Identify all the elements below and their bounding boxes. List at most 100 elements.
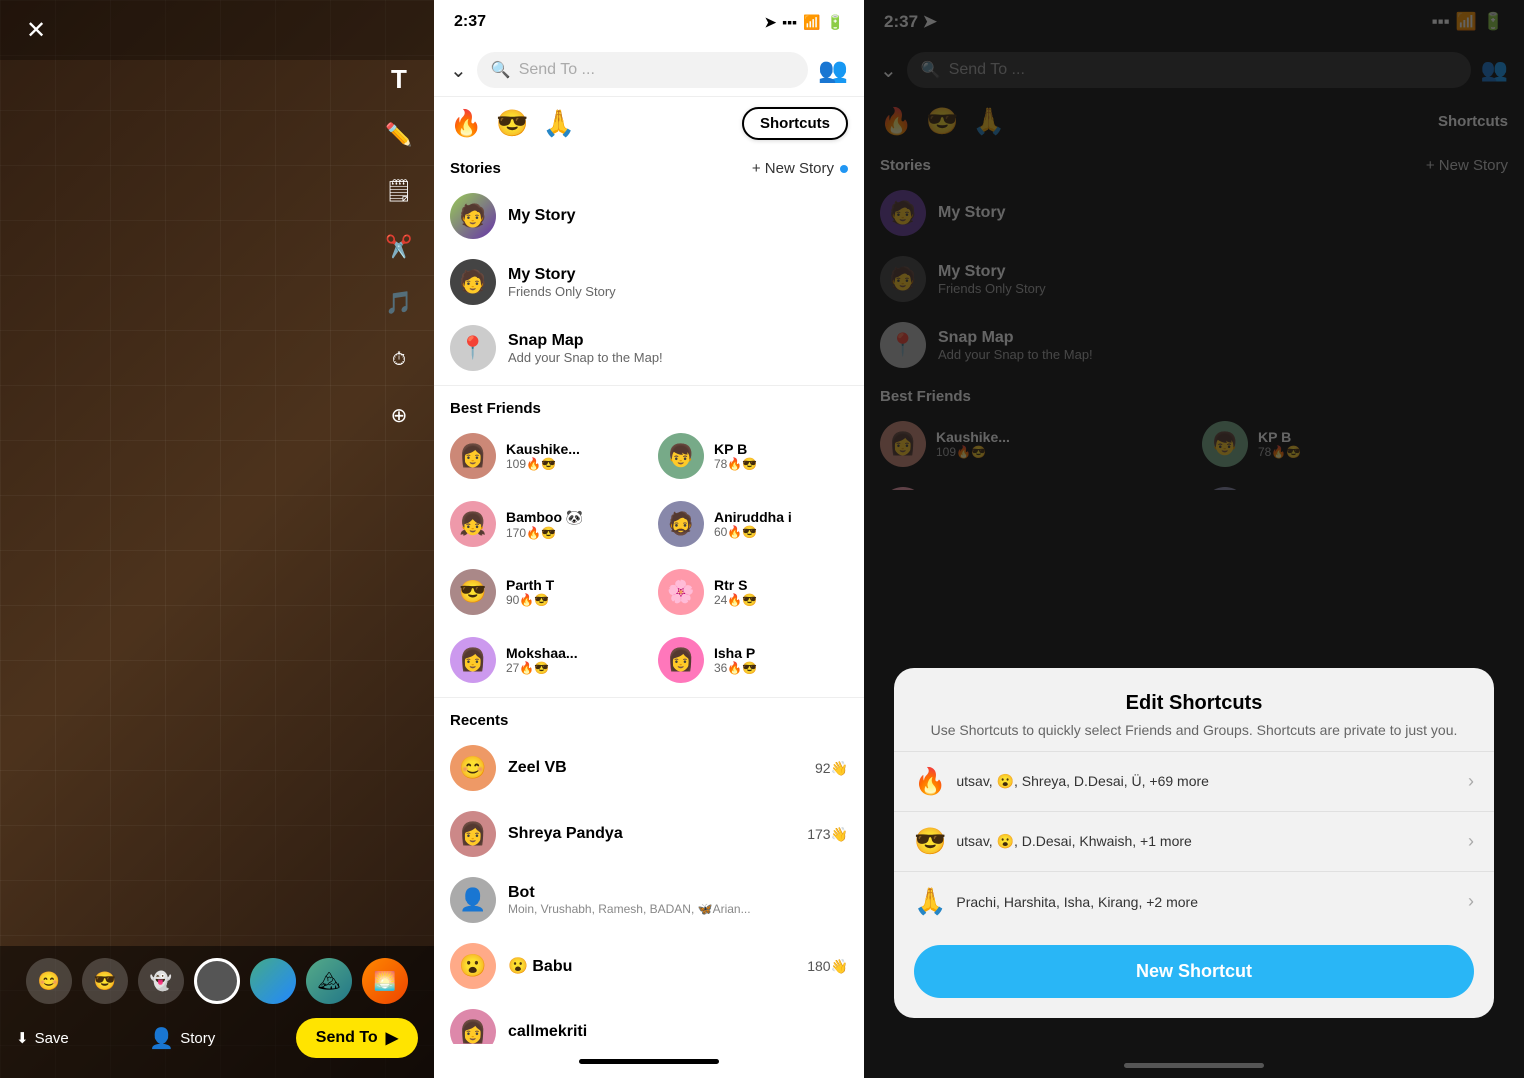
recent-bot-avatar: 👤 <box>450 877 496 923</box>
home-indicator-3 <box>864 1063 1524 1068</box>
recent-shreya-info: Shreya Pandya <box>508 825 795 843</box>
text-tool[interactable]: T <box>380 60 418 98</box>
filter-smiley[interactable]: 😊 <box>26 958 72 1004</box>
close-button[interactable]: ✕ <box>16 10 56 50</box>
my-story-info: My Story <box>508 207 848 225</box>
friend-aniruddha[interactable]: 🧔 Aniruddha i 60🔥😎 <box>650 491 856 557</box>
best-friends-label: Best Friends <box>450 400 541 417</box>
ghost-friend1-score: 109🔥😎 <box>936 445 1010 459</box>
send-to-button[interactable]: Send To ▶ <box>296 1018 418 1058</box>
shortcut-fire-row[interactable]: 🔥 utsav, 😮, Shreya, D.Desai, Ü, +69 more… <box>894 751 1494 811</box>
friend-aniruddha-info: Aniruddha i 60🔥😎 <box>714 509 848 539</box>
recent-callmekriti-name: callmekriti <box>508 1023 848 1041</box>
filter-mountain[interactable]: 🏔 <box>306 958 352 1004</box>
ghost-wifi: 📶 <box>1456 12 1477 32</box>
save-label: Save <box>35 1030 69 1047</box>
signal-icon: ▪▪▪ <box>782 14 797 30</box>
recents-section-header: Recents <box>434 702 864 735</box>
ghost-bf-label: Best Friends <box>880 388 971 405</box>
friend-parth[interactable]: 😎 Parth T 90🔥😎 <box>442 559 648 625</box>
filter-selected[interactable] <box>194 958 240 1004</box>
recent-shreya-avatar: 👩 <box>450 811 496 857</box>
recent-babu-avatar: 😮 <box>450 943 496 989</box>
my-story-friends-info: My Story Friends Only Story <box>508 266 848 299</box>
friend-isha[interactable]: 👩 Isha P 36🔥😎 <box>650 627 856 693</box>
ghost-story-name2: My Story <box>938 263 1046 281</box>
shortcut-pray-members: Prachi, Harshita, Isha, Kirang, +2 more <box>956 894 1458 910</box>
ghost-friend1-info: Kaushike... 109🔥😎 <box>936 429 1010 459</box>
shortcuts-modal: Edit Shortcuts Use Shortcuts to quickly … <box>894 668 1494 1018</box>
friend-parth-name: Parth T <box>506 577 640 593</box>
ghost-new-story-label: + New Story <box>1426 157 1508 174</box>
friend-rtr[interactable]: 🌸 Rtr S 24🔥😎 <box>650 559 856 625</box>
new-shortcut-button[interactable]: New Shortcut <box>914 945 1474 998</box>
stories-label: Stories <box>450 160 501 177</box>
story-icon: 👤 <box>149 1026 174 1051</box>
send-to-label: Send To <box>316 1029 378 1047</box>
pen-tool[interactable]: ✏️ <box>380 116 418 154</box>
ghost-friend1: 👩 Kaushike... 109🔥😎 <box>872 411 1194 477</box>
music-tool[interactable]: 🎵 <box>380 284 418 322</box>
filter-glasses[interactable]: 😎 <box>82 958 128 1004</box>
timer-tool[interactable]: ⏱ <box>380 340 418 378</box>
ghost-search-input: 🔍 Send To ... <box>907 52 1471 88</box>
friend-kaushike-avatar: 👩 <box>450 433 496 479</box>
friend-parth-avatar: 😎 <box>450 569 496 615</box>
search-bar: ⌄ 🔍 Send To ... 👥 <box>434 44 864 97</box>
recent-shreya-score: 173👋 <box>807 826 848 843</box>
ghost-emoji-row: 🔥 😎 🙏 Shortcuts <box>864 96 1524 147</box>
recent-callmekriti[interactable]: 👩 callmekriti <box>434 999 864 1044</box>
ghost-friend1-avatar: 👩 <box>880 421 926 467</box>
story-button[interactable]: 👤 Story <box>149 1026 215 1051</box>
emoji-pray[interactable]: 🙏 <box>543 108 575 139</box>
scrollable-content[interactable]: Stories + New Story 🧑 My Story 🧑 My Stor… <box>434 150 864 1044</box>
my-story-friends-avatar: 🧑 <box>450 259 496 305</box>
shortcut-glasses-row[interactable]: 😎 utsav, 😮, D.Desai, Khwaish, +1 more › <box>894 811 1494 871</box>
my-story-item[interactable]: 🧑 My Story <box>434 183 864 249</box>
sticker-tool[interactable]: 🗒 <box>380 172 418 210</box>
friend-bamboo[interactable]: 👧 Bamboo 🐼 170🔥😎 <box>442 491 648 557</box>
recent-shreya[interactable]: 👩 Shreya Pandya 173👋 <box>434 801 864 867</box>
filter-ghost[interactable]: 👻 <box>138 958 184 1004</box>
emoji-glasses[interactable]: 😎 <box>496 108 528 139</box>
shortcuts-button[interactable]: Shortcuts <box>742 107 848 140</box>
shortcut-pray-chevron-icon: › <box>1468 891 1474 912</box>
new-story-button[interactable]: + New Story <box>752 160 848 177</box>
filter-sunset[interactable]: 🌅 <box>362 958 408 1004</box>
recent-bot[interactable]: 👤 Bot Moin, Vrushabh, Ramesh, BADAN, 🦋Ar… <box>434 867 864 933</box>
snap-map-item[interactable]: 📍 Snap Map Add your Snap to the Map! <box>434 315 864 381</box>
friend-moksha[interactable]: 👩 Mokshaa... 27🔥😎 <box>442 627 648 693</box>
add-friend-icon[interactable]: 👥 <box>818 56 848 85</box>
location-icon: ➤ <box>765 14 777 31</box>
recent-babu-score: 180👋 <box>807 958 848 975</box>
friend-kpb-score: 78🔥😎 <box>714 457 848 471</box>
my-story-friends-item[interactable]: 🧑 My Story Friends Only Story <box>434 249 864 315</box>
layers-tool[interactable]: ⊕ <box>380 396 418 434</box>
recent-babu-info: 😮 Babu <box>508 956 795 976</box>
scissors-tool[interactable]: ✂️ <box>380 228 418 266</box>
save-button[interactable]: ⬇ Save <box>16 1029 69 1047</box>
sendto-panel: 2:37 ➤ ▪▪▪ 📶 🔋 ⌄ 🔍 Send To ... 👥 🔥 😎 🙏 S… <box>434 0 864 1078</box>
shortcut-fire-emoji: 🔥 <box>914 766 946 797</box>
chevron-down-icon[interactable]: ⌄ <box>450 58 467 83</box>
filter-landscape[interactable] <box>250 958 296 1004</box>
recent-callmekriti-info: callmekriti <box>508 1023 848 1041</box>
shortcut-fire-members: utsav, 😮, Shreya, D.Desai, Ü, +69 more <box>956 773 1458 790</box>
shortcuts-modal-title: Edit Shortcuts <box>914 692 1474 715</box>
ghost-my-story2: 🧑 My Story Friends Only Story <box>864 246 1524 312</box>
emoji-fire[interactable]: 🔥 <box>450 108 482 139</box>
recent-shreya-name: Shreya Pandya <box>508 825 795 843</box>
recent-zeel[interactable]: 😊 Zeel VB 92👋 <box>434 735 864 801</box>
ghost-story-avatar1: 🧑 <box>880 190 926 236</box>
recent-babu-name: 😮 Babu <box>508 956 795 976</box>
friend-kpb[interactable]: 👦 KP B 78🔥😎 <box>650 423 856 489</box>
ghost-my-story: 🧑 My Story <box>864 180 1524 246</box>
ghost-snap-map: 📍 Snap Map Add your Snap to the Map! <box>864 312 1524 378</box>
shortcuts-modal-header: Edit Shortcuts Use Shortcuts to quickly … <box>894 668 1494 751</box>
search-input-area[interactable]: 🔍 Send To ... <box>477 52 808 88</box>
shortcut-pray-row[interactable]: 🙏 Prachi, Harshita, Isha, Kirang, +2 mor… <box>894 871 1494 931</box>
ghost-battery: 🔋 <box>1483 12 1504 32</box>
recent-babu[interactable]: 😮 😮 Babu 180👋 <box>434 933 864 999</box>
friend-kaushike[interactable]: 👩 Kaushike... 109🔥😎 <box>442 423 648 489</box>
ghost-friend2-avatar: 👦 <box>1202 421 1248 467</box>
